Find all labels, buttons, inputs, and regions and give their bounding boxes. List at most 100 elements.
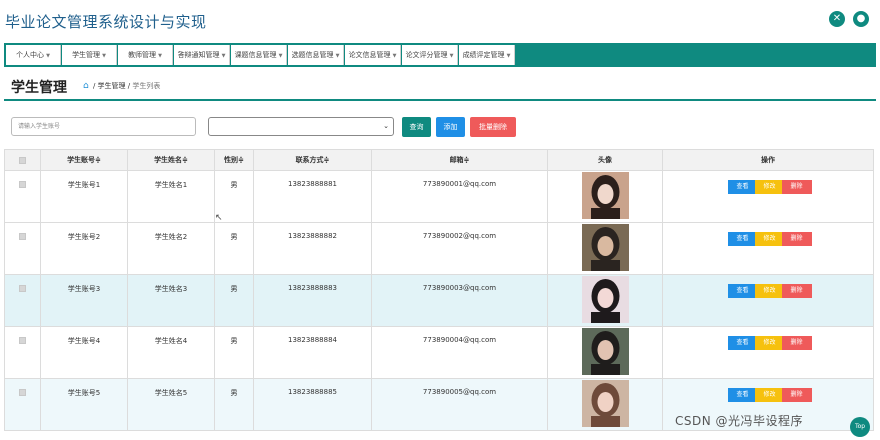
cell-avatar [547,378,663,431]
edit-button[interactable]: 修改 [754,388,785,402]
cell-email: 773890005@qq.com [371,378,548,431]
row-select-cell[interactable] [4,274,41,327]
cell-avatar [547,326,663,379]
chevron-down-icon: ▼ [392,53,397,59]
avatar[interactable] [581,276,629,323]
cell-gender: 男 [214,274,254,327]
chevron-down-icon: ▼ [102,53,106,59]
add-button[interactable]: 添加 [436,117,465,137]
select-all-checkbox[interactable] [19,156,26,164]
delete-button[interactable]: 删除 [781,284,812,298]
row-select-cell[interactable] [4,170,41,223]
cell-account: 学生账号3 [40,274,128,327]
bulk-delete-button[interactable]: 批量删除 [470,117,516,137]
row-select-cell[interactable] [4,222,41,275]
cell-email: 773890002@qq.com [371,222,548,275]
cell-name: 学生姓名4 [127,326,215,379]
nav-item-teacher-management[interactable]: 教师管理 ▼ [118,45,173,65]
page-header: 学生管理 ⌂ / 学生管理 / 学生列表 [4,71,876,101]
user-avatar-icon[interactable]: ● [853,11,869,27]
avatar[interactable] [581,172,629,219]
row-checkbox[interactable] [19,336,26,344]
cell-account: 学生账号4 [40,326,128,379]
header-avatar: 头像 [547,149,663,171]
cell-gender: 男 [214,222,254,275]
nav-item-defense-notice[interactable]: 答辩通知管理 ▼ [174,45,230,65]
chevron-down-icon: ▼ [506,53,511,59]
header-account[interactable]: 学生账号≑ [40,149,128,171]
cell-gender: 男 [214,378,254,431]
chevron-down-icon: ▼ [278,53,283,59]
student-account-search-input[interactable] [11,117,196,136]
cell-avatar [547,274,663,327]
view-button[interactable]: 查看 [727,180,758,194]
table-row: 学生账号1 学生姓名1 男 13823888881 773890001@qq.com 查看… [4,170,874,223]
sort-icon: ≑ [463,156,470,164]
delete-button[interactable]: 删除 [781,180,812,194]
select-all-header[interactable] [4,149,41,171]
cell-account: 学生账号1 [40,170,128,223]
cell-actions: 查看 修改 删除 [662,326,874,379]
row-checkbox[interactable] [19,180,26,188]
cell-phone: 13823888881 [253,170,372,223]
cell-name: 学生姓名5 [127,378,215,431]
view-button[interactable]: 查看 [727,336,758,350]
chevron-down-icon: ▼ [221,53,226,59]
cell-phone: 13823888883 [253,274,372,327]
row-select-cell[interactable] [4,326,41,379]
header-name[interactable]: 学生姓名≑ [127,149,215,171]
chevron-down-icon: ⌄ [383,122,389,130]
avatar[interactable] [581,224,629,271]
nav-item-topic-info[interactable]: 课题信息管理 ▼ [231,45,287,65]
query-button[interactable]: 查询 [402,117,431,137]
row-checkbox[interactable] [19,232,26,240]
filter-select[interactable]: ⌄ [208,117,394,136]
cell-email: 773890004@qq.com [371,326,548,379]
breadcrumb: ⌂ / 学生管理 / 学生列表 [83,81,161,91]
row-checkbox[interactable] [19,284,26,292]
nav-item-topic-selection[interactable]: 选题信息管理 ▼ [288,45,344,65]
breadcrumb-section[interactable]: 学生管理 [98,82,126,90]
top-bar: 毕业论文管理系统设计与实现 ✕ ● [0,0,880,42]
row-checkbox[interactable] [19,388,26,396]
avatar[interactable] [581,328,629,375]
cell-account: 学生账号2 [40,222,128,275]
avatar[interactable] [581,380,629,427]
fullscreen-icon[interactable]: ✕ [829,11,845,27]
view-button[interactable]: 查看 [727,284,758,298]
header-email[interactable]: 邮箱≑ [371,149,548,171]
cell-email: 773890003@qq.com [371,274,548,327]
header-gender[interactable]: 性别≑ [214,149,254,171]
nav-item-grade-evaluation[interactable]: 成绩评定管理 ▼ [459,45,515,65]
table-header-row: 学生账号≑ 学生姓名≑ 性别≑ 联系方式≑ 邮箱≑ 头像 操作 [4,149,874,171]
nav-item-student-management[interactable]: 学生管理 ▼ [62,45,117,65]
cell-avatar [547,222,663,275]
delete-button[interactable]: 删除 [781,336,812,350]
edit-button[interactable]: 修改 [754,336,785,350]
view-button[interactable]: 查看 [727,388,758,402]
mouse-cursor-icon: ↖ [215,213,223,223]
edit-button[interactable]: 修改 [754,180,785,194]
nav-item-personal-center[interactable]: 个人中心 ▼ [6,45,61,65]
delete-button[interactable]: 删除 [781,232,812,246]
sort-icon: ≑ [323,156,330,164]
chevron-down-icon: ▼ [335,53,340,59]
view-button[interactable]: 查看 [727,232,758,246]
table-row: 学生账号3 学生姓名3 男 13823888883 773890003@qq.com 查看… [4,274,874,327]
sort-icon: ≑ [95,156,101,164]
watermark: CSDN @光冯毕设程序 [675,414,804,428]
cell-phone: 13823888882 [253,222,372,275]
home-icon[interactable]: ⌂ [83,81,89,91]
header-phone[interactable]: 联系方式≑ [253,149,372,171]
sort-icon: ≑ [182,156,188,164]
row-select-cell[interactable] [4,378,41,431]
nav-item-thesis-info[interactable]: 论文信息管理 ▼ [345,45,401,65]
edit-button[interactable]: 修改 [754,284,785,298]
edit-button[interactable]: 修改 [754,232,785,246]
cell-avatar [547,170,663,223]
nav-item-thesis-scoring[interactable]: 论文评分管理 ▼ [402,45,458,65]
app-title: 毕业论文管理系统设计与实现 [5,13,207,31]
back-to-top-button[interactable]: Top [850,417,870,437]
sort-icon: ≑ [238,156,244,164]
delete-button[interactable]: 删除 [781,388,812,402]
